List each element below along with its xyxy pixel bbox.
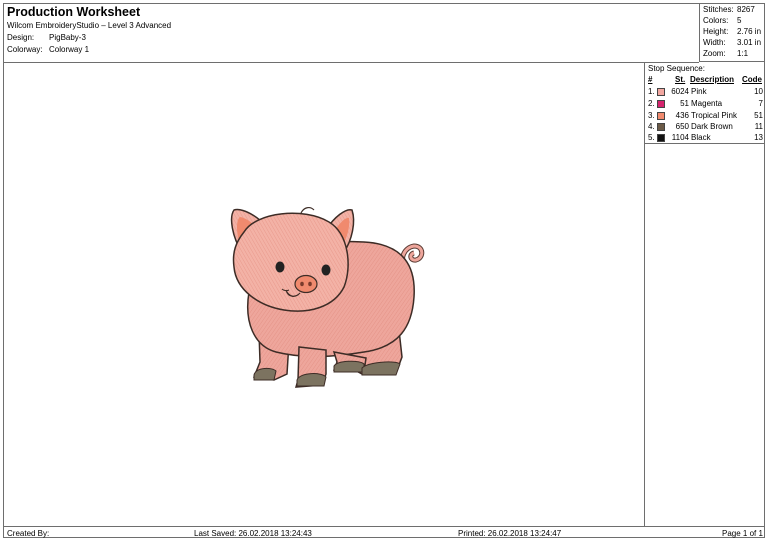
table-row: 5. 1104 Black 13 xyxy=(645,133,765,144)
row-num: 4. xyxy=(648,122,655,131)
colorway-label: Colorway: xyxy=(7,45,43,54)
worksheet: Production Worksheet Wilcom EmbroiderySt… xyxy=(3,3,765,538)
stat-height: Height: 2.76 in xyxy=(703,27,765,36)
stat-colors: Colors: 5 xyxy=(703,16,765,25)
row-desc: Tropical Pink xyxy=(691,111,737,120)
stat-label: Zoom: xyxy=(703,49,726,58)
design-row: Design: PigBaby-3 xyxy=(7,33,86,42)
design-preview xyxy=(4,62,645,526)
row-st: 650 xyxy=(675,122,689,131)
row-num: 2. xyxy=(648,99,655,108)
stat-label: Width: xyxy=(703,38,726,47)
col-st-header: St. xyxy=(675,75,686,84)
color-swatch xyxy=(657,134,665,142)
row-num: 3. xyxy=(648,111,655,120)
col-code-header: Code xyxy=(742,75,762,84)
stop-sequence-table: Stop Sequence: # St. Description Code 1.… xyxy=(645,62,765,144)
row-code: 10 xyxy=(754,87,763,96)
stat-value: 3.01 in xyxy=(737,38,762,47)
stat-value: 5 xyxy=(737,16,742,25)
design-label: Design: xyxy=(7,33,35,42)
row-code: 13 xyxy=(754,133,763,142)
row-desc: Dark Brown xyxy=(691,122,733,131)
table-row: 2. 51 Magenta 7 xyxy=(645,99,765,110)
stat-label: Stitches: xyxy=(703,5,734,14)
colorway-value: Colorway 1 xyxy=(49,45,90,54)
row-st: 436 xyxy=(675,111,689,120)
worksheet-footer: Created By: Last Saved: 26.02.2018 13:24… xyxy=(4,526,765,539)
page-title: Production Worksheet xyxy=(7,5,141,19)
stat-width: Width: 3.01 in xyxy=(703,38,765,47)
col-num-header: # xyxy=(648,75,653,84)
last-saved: Last Saved: 26.02.2018 13:24:43 xyxy=(194,529,312,538)
printed-date: Printed: 26.02.2018 13:24:47 xyxy=(458,529,562,538)
stop-sequence-title: Stop Sequence: xyxy=(648,64,705,73)
worksheet-header: Production Worksheet Wilcom EmbroiderySt… xyxy=(4,4,699,63)
row-code: 51 xyxy=(754,111,763,120)
pig-embroidery-image xyxy=(230,207,425,388)
table-row: 3. 436 Tropical Pink 51 xyxy=(645,111,765,122)
row-code: 11 xyxy=(754,122,763,131)
row-num: 5. xyxy=(648,133,655,142)
row-desc: Black xyxy=(691,133,711,142)
stat-stitches: Stitches: 8267 xyxy=(703,5,765,14)
row-st: 6024 xyxy=(671,87,689,96)
page-number: Page 1 of 1 xyxy=(722,529,763,538)
stat-label: Colors: xyxy=(703,16,729,25)
stat-value: 8267 xyxy=(737,5,755,14)
color-swatch xyxy=(657,88,665,96)
colorway-row: Colorway: Colorway 1 xyxy=(7,45,89,54)
col-desc-header: Description xyxy=(690,75,735,84)
created-by: Created By: xyxy=(7,529,50,538)
color-swatch xyxy=(657,123,665,131)
software-name: Wilcom EmbroideryStudio – Level 3 Advanc… xyxy=(7,21,172,30)
row-num: 1. xyxy=(648,87,655,96)
stat-value: 2.76 in xyxy=(737,27,762,36)
table-row: 4. 650 Dark Brown 11 xyxy=(645,122,765,133)
stat-value: 1:1 xyxy=(737,49,749,58)
table-row: 1. 6024 Pink 10 xyxy=(645,87,765,98)
stat-zoom: Zoom: 1:1 xyxy=(703,49,765,58)
design-value: PigBaby-3 xyxy=(49,33,86,42)
color-swatch xyxy=(657,100,665,108)
row-st: 51 xyxy=(680,99,689,108)
design-stats: Stitches: 8267 Colors: 5 Height: 2.76 in Wi… xyxy=(699,4,765,62)
stat-label: Height: xyxy=(703,27,729,36)
row-code: 7 xyxy=(758,99,763,108)
row-desc: Pink xyxy=(691,87,707,96)
row-st: 1104 xyxy=(671,133,689,142)
color-swatch xyxy=(657,112,665,120)
row-desc: Magenta xyxy=(691,99,723,108)
